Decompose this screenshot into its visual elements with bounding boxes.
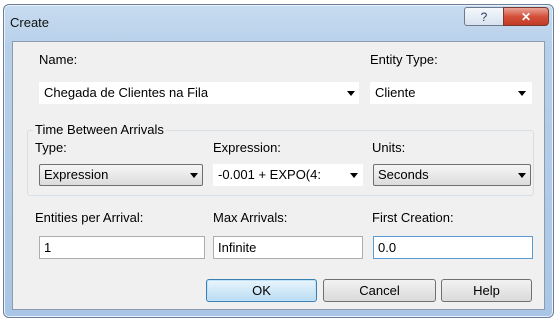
expression-value: -0.001 + EXPO(4: [218,167,321,182]
entity-type-combobox[interactable]: Cliente [370,82,532,104]
name-combobox[interactable]: Chegada de Clientes na Fila [39,82,359,104]
create-dialog: Create ? ✕ Name: Chegada de Clientes na … [3,4,554,318]
units-label: Units: [372,140,406,155]
first-creation-input[interactable]: 0.0 [373,236,533,259]
dialog-body: Name: Chegada de Clientes na Fila Entity… [12,41,545,310]
ok-button[interactable]: OK [206,279,317,302]
help-button[interactable]: Help [441,279,532,302]
type-dropdown[interactable]: Expression [39,164,203,186]
first-creation-value: 0.0 [378,240,397,255]
max-arrivals-label: Max Arrivals: [213,210,288,225]
entity-type-value: Cliente [375,85,416,100]
entities-per-arrival-input[interactable]: 1 [39,236,205,259]
type-value: Expression [44,167,109,182]
chevron-down-icon[interactable] [518,173,526,178]
first-creation-label: First Creation: [372,210,454,225]
close-button[interactable]: ✕ [503,7,549,26]
chevron-down-icon[interactable] [190,173,198,178]
max-arrivals-input[interactable]: Infinite [213,236,363,259]
help-title-button[interactable]: ? [464,7,504,26]
close-icon: ✕ [520,9,532,24]
cancel-button[interactable]: Cancel [323,279,436,302]
entities-per-arrival-label: Entities per Arrival: [35,210,144,225]
chevron-down-icon[interactable] [518,91,526,96]
expression-label: Expression: [213,140,281,155]
dialog-title: Create [10,15,50,30]
title-bar[interactable]: Create ? ✕ [4,5,553,41]
entity-type-label: Entity Type: [370,52,438,67]
units-dropdown[interactable]: Seconds [373,164,531,186]
units-value: Seconds [378,167,429,182]
chevron-down-icon[interactable] [347,91,355,96]
type-label: Type: [35,140,67,155]
name-label: Name: [39,52,78,67]
name-value: Chegada de Clientes na Fila [44,85,209,100]
entities-per-arrival-value: 1 [44,240,52,255]
chevron-down-icon[interactable] [350,173,358,178]
max-arrivals-value: Infinite [218,240,257,255]
time-between-arrivals-legend: Time Between Arrivals [33,122,166,137]
expression-combobox[interactable]: -0.001 + EXPO(4: [213,164,363,186]
question-mark-icon: ? [480,9,488,24]
